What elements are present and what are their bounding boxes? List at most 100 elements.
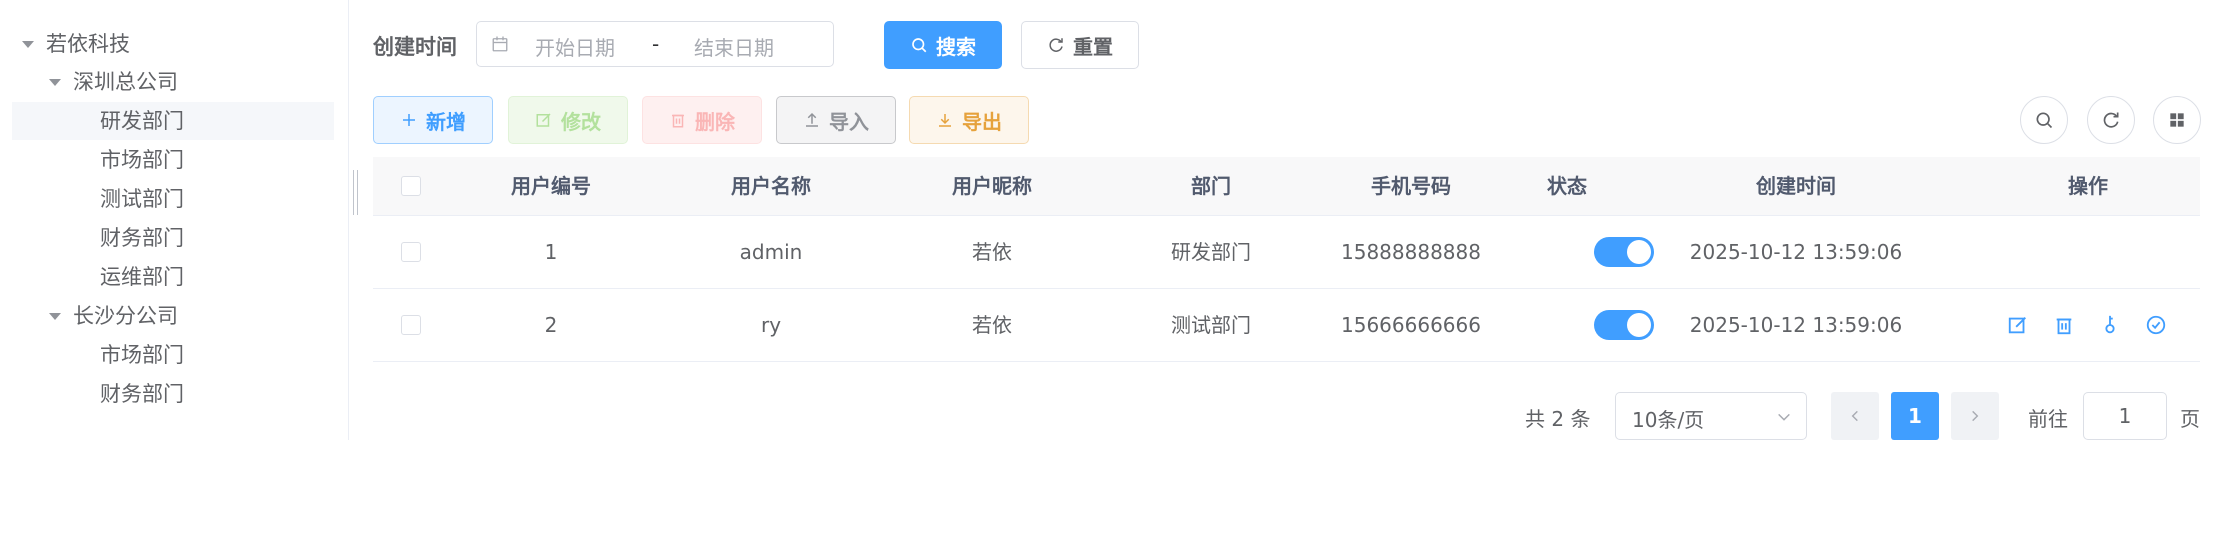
col-header: 手机号码 (1371, 174, 1451, 198)
cell-dept: 测试部门 (1171, 313, 1251, 337)
cell-dept: 研发部门 (1171, 240, 1251, 264)
import-button-label: 导入 (829, 109, 869, 134)
table-header: 用户编号 用户名称 用户昵称 部门 手机号码 状态 创建时间 操作 (373, 157, 2200, 216)
chevron-down-icon (1778, 413, 1790, 421)
cell-user-id: 2 (544, 313, 558, 337)
refresh-icon (2103, 112, 2119, 128)
page-number-button[interactable]: 1 (1891, 392, 1939, 440)
created-time-label: 创建时间 (373, 35, 457, 59)
tree-node-cs-market[interactable]: 市场部门 (12, 336, 334, 374)
pagination-total: 共 2 条 (1525, 407, 1591, 431)
cell-username: ry (760, 313, 782, 337)
reset-button-label: 重置 (1073, 34, 1113, 59)
current-page-number: 1 (1908, 404, 1922, 428)
tree-node-label: 市场部门 (100, 148, 184, 172)
col-header: 用户昵称 (952, 174, 1032, 198)
tree-node-cs-finance[interactable]: 财务部门 (12, 375, 334, 413)
start-date-input[interactable]: 开始日期 (535, 32, 615, 61)
refresh-table-button[interactable] (2087, 96, 2135, 144)
key-icon[interactable] (2099, 314, 2121, 336)
tree-node-finance[interactable]: 财务部门 (12, 219, 334, 257)
tree-node-shenzhen[interactable]: 深圳总公司 (12, 63, 334, 101)
table-row[interactable]: 1 admin 若依 研发部门 15888888888 2025-10-12 1… (373, 216, 2200, 289)
grid-icon (2170, 113, 2184, 127)
delete-button[interactable]: 删除 (642, 96, 762, 144)
tree-node-label: 测试部门 (100, 187, 184, 211)
tree-node-label: 长沙分公司 (73, 304, 178, 328)
table-row[interactable]: 2 ry 若依 测试部门 15666666666 2025-10-12 13:5… (373, 289, 2200, 362)
tree-node-label: 深圳总公司 (73, 70, 178, 94)
col-header: 部门 (1191, 174, 1231, 198)
tree-node-market[interactable]: 市场部门 (12, 141, 334, 179)
tree-node-test[interactable]: 测试部门 (12, 180, 334, 218)
cell-phone: 15666666666 (1341, 313, 1481, 337)
search-button[interactable]: 搜索 (884, 21, 1002, 69)
cell-nickname: 若依 (972, 240, 1012, 264)
goto-label: 前往 (2028, 407, 2068, 431)
cell-created-time: 2025-10-12 13:59:06 (1689, 313, 1903, 337)
delete-icon[interactable] (2053, 314, 2075, 336)
page-suffix-label: 页 (2180, 407, 2200, 431)
prev-page-button[interactable] (1831, 392, 1879, 440)
export-button[interactable]: 导出 (909, 96, 1029, 144)
cell-username: admin (739, 240, 803, 264)
caret-down-icon[interactable] (49, 79, 61, 86)
dept-tree: 若依科技 深圳总公司 研发部门 市场部门 测试部门 财务部门 运维部门 长沙分公… (0, 0, 349, 440)
add-button[interactable]: 新增 (373, 96, 493, 144)
next-page-button[interactable] (1951, 392, 1999, 440)
tree-node-label: 研发部门 (100, 109, 184, 133)
edit-button-label: 修改 (561, 109, 601, 134)
upload-icon (806, 112, 818, 127)
select-all-checkbox[interactable] (401, 176, 421, 196)
tree-node-label: 若依科技 (46, 32, 130, 56)
caret-down-icon[interactable] (22, 41, 34, 48)
edit-icon (536, 113, 551, 127)
tree-node-label: 市场部门 (100, 343, 184, 367)
row-checkbox[interactable] (401, 315, 421, 335)
range-separator: - (652, 32, 660, 56)
cell-user-id: 1 (544, 240, 558, 264)
import-button[interactable]: 导入 (776, 96, 896, 144)
caret-down-icon[interactable] (49, 313, 61, 320)
tree-node-label: 运维部门 (100, 265, 184, 289)
edit-button[interactable]: 修改 (508, 96, 628, 144)
cell-nickname: 若依 (972, 313, 1012, 337)
plus-icon (403, 114, 415, 126)
end-date-input[interactable]: 结束日期 (694, 32, 774, 61)
search-icon (2036, 112, 2053, 129)
tree-node-ops[interactable]: 运维部门 (12, 258, 334, 296)
tree-node-root[interactable]: 若依科技 (12, 25, 334, 63)
reset-button[interactable]: 重置 (1021, 21, 1139, 69)
col-header: 创建时间 (1756, 174, 1836, 198)
date-range-picker[interactable]: 开始日期 - 结束日期 (476, 21, 834, 67)
chevron-right-icon (1972, 410, 1979, 422)
cell-phone: 15888888888 (1341, 240, 1481, 264)
col-header: 用户编号 (511, 174, 591, 198)
status-switch[interactable] (1594, 310, 1654, 340)
cell-created-time: 2025-10-12 13:59:06 (1689, 240, 1903, 264)
col-header: 用户名称 (731, 174, 811, 198)
row-checkbox[interactable] (401, 242, 421, 262)
export-button-label: 导出 (962, 109, 1002, 134)
delete-icon (672, 114, 684, 128)
pane-splitter-handle[interactable] (353, 170, 358, 215)
check-circle-icon[interactable] (2145, 314, 2167, 336)
columns-button[interactable] (2153, 96, 2201, 144)
status-switch[interactable] (1594, 237, 1654, 267)
tree-node-rd[interactable]: 研发部门 (12, 102, 334, 140)
delete-button-label: 删除 (695, 109, 735, 134)
edit-icon[interactable] (2007, 314, 2029, 336)
toggle-search-button[interactable] (2020, 96, 2068, 144)
search-icon (912, 38, 927, 53)
page-size-select[interactable]: 10条/页 (1615, 392, 1807, 440)
refresh-icon (1049, 38, 1063, 52)
search-button-label: 搜索 (936, 34, 976, 59)
goto-page-input[interactable]: 1 (2083, 392, 2167, 440)
add-button-label: 新增 (426, 109, 466, 134)
page-size-value: 10条/页 (1632, 408, 1705, 432)
tree-node-label: 财务部门 (100, 226, 184, 250)
tree-node-changsha[interactable]: 长沙分公司 (12, 297, 334, 335)
col-header: 状态 (1547, 174, 1587, 198)
tree-node-label: 财务部门 (100, 382, 184, 406)
chevron-left-icon (1851, 410, 1858, 422)
